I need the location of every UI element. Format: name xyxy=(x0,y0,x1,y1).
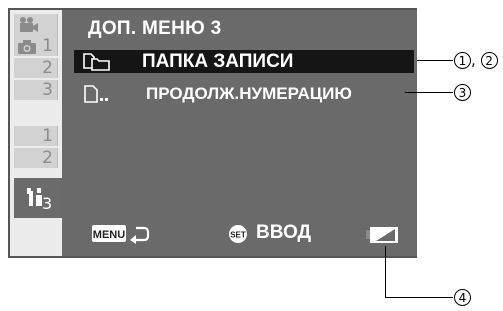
callout-1-2: 1, 2 xyxy=(454,51,498,69)
sidebar-group2-2[interactable]: 2 xyxy=(14,148,58,168)
sidebar-camera-2[interactable]: 2 xyxy=(14,58,58,78)
sidebar-video-mode[interactable] xyxy=(14,14,58,36)
camera-icon xyxy=(18,40,36,59)
menu-item-label: ПАПКА ЗАПИСИ xyxy=(142,51,294,72)
menu-item-continuous-numbering[interactable]: ПРОДОЛЖ.НУМЕРАЦИЮ xyxy=(74,82,414,105)
set-enter-button[interactable]: SET ВВОД xyxy=(228,222,311,249)
sidebar-camera-3[interactable]: 3 xyxy=(14,80,58,100)
camera-screen: 1 2 3 1 2 3 ДОП. МЕНЮ 3 ПАПКА ЗАПИСИ ПРО… xyxy=(8,8,417,258)
callout-line-4h xyxy=(385,297,453,298)
folder-icon xyxy=(82,53,112,76)
sidebar-num: 2 xyxy=(42,58,53,78)
menu-item-label: ПРОДОЛЖ.НУМЕРАЦИЮ xyxy=(146,84,352,103)
menu-back-button[interactable]: MENU xyxy=(92,224,150,249)
menu-title: ДОП. МЕНЮ 3 xyxy=(88,18,222,39)
sidebar-num: 1 xyxy=(42,36,53,56)
callout-line-1 xyxy=(417,60,453,61)
file-numbering-icon xyxy=(82,85,112,108)
menu-item-record-folder[interactable]: ПАПКА ЗАПИСИ xyxy=(74,50,414,73)
sidebar-group2-1[interactable]: 1 xyxy=(14,126,58,146)
menu-label: MENU xyxy=(93,229,125,241)
video-camera-icon xyxy=(18,17,40,38)
sidebar-num: 1 xyxy=(42,126,53,146)
sidebar-tools-3[interactable]: 3 xyxy=(14,178,62,218)
callout-line-4v xyxy=(385,246,386,298)
set-label: SET xyxy=(230,231,246,240)
footer-bar: MENU SET ВВОД xyxy=(62,220,417,250)
enter-label: ВВОД xyxy=(256,222,312,243)
memory-card-icon xyxy=(366,226,400,249)
sidebar: 1 2 3 1 2 3 xyxy=(10,10,62,256)
callout-4: 4 xyxy=(454,288,471,306)
sidebar-num: 3 xyxy=(42,80,53,100)
sidebar-num: 3 xyxy=(42,194,53,213)
menu-panel: ДОП. МЕНЮ 3 ПАПКА ЗАПИСИ ПРОДОЛЖ.НУМЕРАЦ… xyxy=(62,10,417,256)
sidebar-camera-1[interactable]: 1 xyxy=(14,36,58,56)
sidebar-num: 2 xyxy=(42,148,53,168)
callout-line-3 xyxy=(405,92,453,93)
set-icon: SET xyxy=(229,225,247,243)
callout-3: 3 xyxy=(454,83,471,101)
